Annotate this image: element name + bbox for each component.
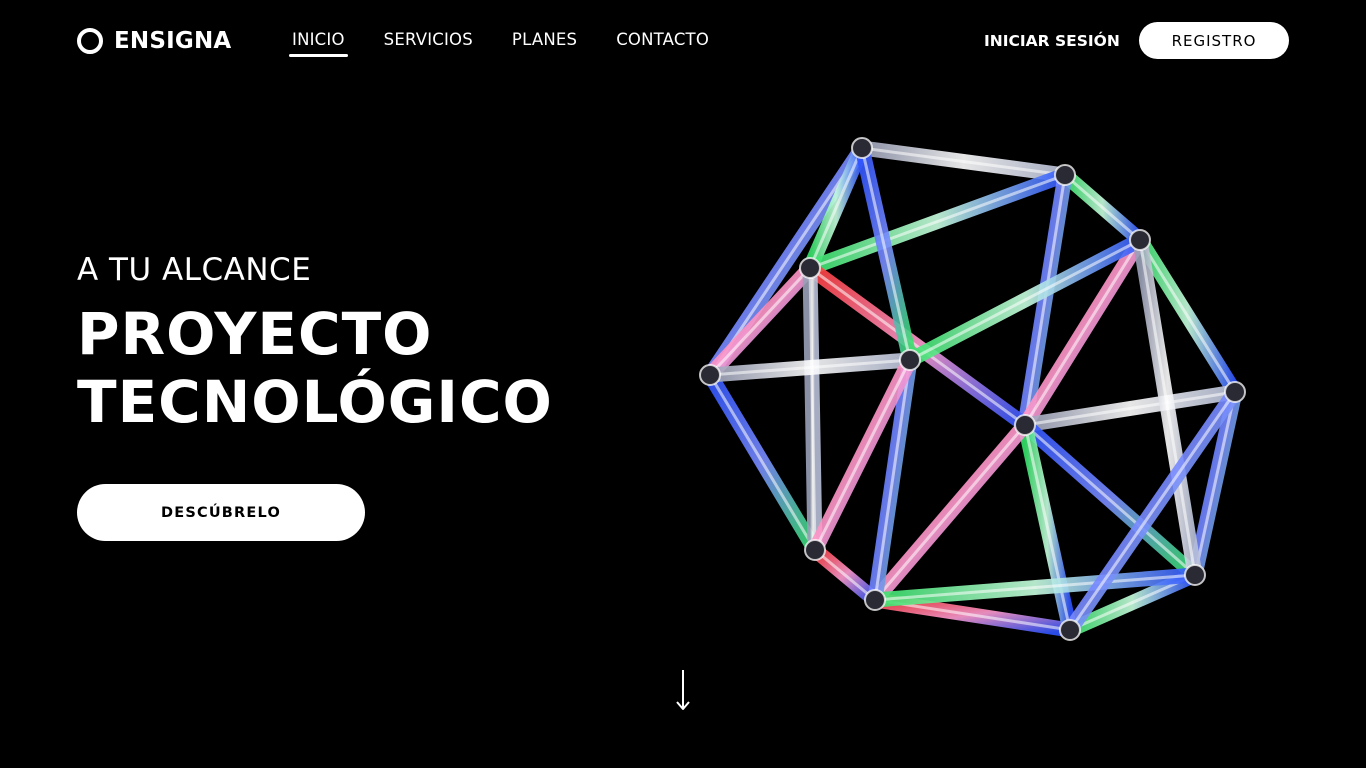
register-button[interactable]: REGISTRO xyxy=(1139,22,1289,59)
wireframe-edge-highlight xyxy=(708,266,812,377)
main-nav: INICIO SERVICIOS PLANES CONTACTO xyxy=(289,29,709,57)
nav-item-servicios[interactable]: SERVICIOS xyxy=(384,29,473,51)
wireframe-edge-highlight xyxy=(813,548,877,602)
wireframe-node xyxy=(804,539,826,561)
nav-item-planes[interactable]: PLANES xyxy=(512,29,577,51)
wireframe-edge-highlight xyxy=(1023,390,1237,427)
wireframe-node xyxy=(1054,164,1076,186)
icosahedron-wireframe-icon xyxy=(690,120,1260,650)
brand-logo[interactable]: ENSIGNA xyxy=(77,24,231,58)
arrow-down-icon[interactable] xyxy=(673,668,693,714)
wireframe-edge-highlight xyxy=(860,146,1067,177)
wireframe-node xyxy=(899,349,921,371)
brand-name: ENSIGNA xyxy=(114,28,232,54)
nav-item-inicio[interactable]: INICIO xyxy=(289,29,348,57)
wireframe-edge-highlight xyxy=(708,373,817,552)
wireframe-node xyxy=(1224,381,1246,403)
ring-icon xyxy=(77,28,103,54)
wireframe-node xyxy=(1129,229,1151,251)
wireframe-node xyxy=(699,364,721,386)
wireframe-node xyxy=(1184,564,1206,586)
discover-button[interactable]: DESCÚBRELO xyxy=(77,484,365,541)
wireframe-node xyxy=(799,257,821,279)
wireframe-node xyxy=(1059,619,1081,641)
wireframe-node xyxy=(1014,414,1036,436)
hero-headline-line1: PROYECTO xyxy=(77,300,433,368)
hero-headline: PROYECTO TECNOLÓGICO xyxy=(77,300,553,436)
wireframe-node xyxy=(864,589,886,611)
login-link[interactable]: INICIAR SESIÓN xyxy=(984,31,1120,51)
hero-headline-line2: TECNOLÓGICO xyxy=(77,368,553,436)
wireframe-node xyxy=(851,137,873,159)
wireframe-edge-highlight xyxy=(1063,173,1142,242)
landing-page: ENSIGNA INICIO SERVICIOS PLANES CONTACTO… xyxy=(0,0,1366,768)
wireframe-edge-highlight xyxy=(808,266,1027,427)
hero-eyebrow: A TU ALCANCE xyxy=(77,252,312,288)
nav-item-contacto[interactable]: CONTACTO xyxy=(616,29,709,51)
